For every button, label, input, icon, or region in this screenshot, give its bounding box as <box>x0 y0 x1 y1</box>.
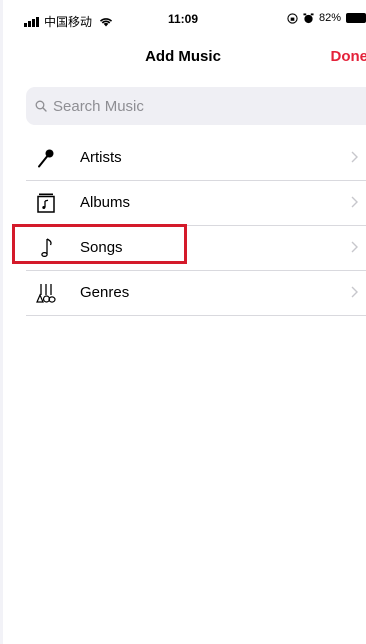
page-title: Add Music <box>145 48 221 65</box>
list-item-label: Genres <box>80 284 130 301</box>
battery-percent: 82% <box>318 12 341 24</box>
nav-bar: Add Music Done <box>0 38 366 76</box>
list-item-label: Artists <box>80 149 122 166</box>
list-item-label: Songs <box>80 239 123 256</box>
chevron-right-icon <box>351 151 358 163</box>
list-item-artists[interactable]: Artists <box>26 136 366 181</box>
search-input[interactable]: Search Music <box>26 87 366 125</box>
search-icon <box>35 100 47 112</box>
rotation-lock-icon <box>287 12 298 24</box>
search-placeholder: Search Music <box>53 97 144 115</box>
battery-icon <box>346 13 366 23</box>
add-music-screen: 中国移动 11:09 82% Add Music Done Search Mus… <box>0 0 366 644</box>
list-item-songs[interactable]: Songs <box>26 226 366 271</box>
list-item-genres[interactable]: Genres <box>26 271 366 316</box>
library-list: Artists Albums Songs Genres <box>0 136 366 316</box>
chevron-right-icon <box>351 286 358 298</box>
status-bar: 中国移动 11:09 82% <box>0 0 366 38</box>
chevron-right-icon <box>351 241 358 253</box>
alarm-icon <box>303 12 314 23</box>
done-button[interactable]: Done <box>331 48 366 65</box>
microphone-icon <box>38 149 54 168</box>
status-bar-right: 82% <box>287 12 366 24</box>
chevron-right-icon <box>351 196 358 208</box>
left-edge-strip <box>0 0 3 644</box>
album-icon <box>37 193 55 213</box>
music-note-icon <box>41 238 52 258</box>
list-item-label: Albums <box>80 194 131 211</box>
guitars-icon <box>36 284 56 303</box>
list-item-albums[interactable]: Albums <box>26 181 366 226</box>
